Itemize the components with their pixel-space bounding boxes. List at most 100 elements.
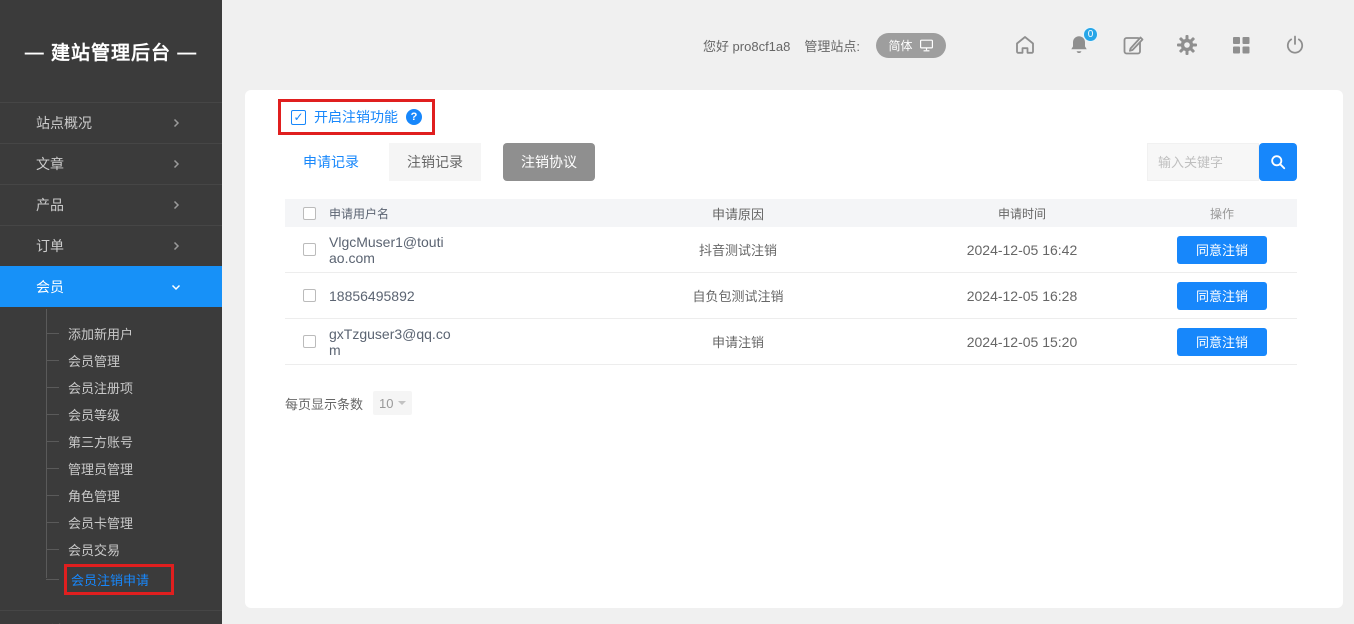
sidebar-item-label: 会员: [36, 277, 64, 297]
edit-icon: [1121, 33, 1145, 57]
tab-cancellation-records[interactable]: 注销记录: [389, 143, 481, 181]
row-checkbox[interactable]: [303, 289, 316, 302]
applications-table: 申请用户名 申请原因 申请时间 操作 VlgcMuser1@toutiao.co…: [285, 199, 1297, 365]
greeting-text: 您好 pro8cf1a8: [703, 36, 790, 55]
notifications-button[interactable]: 0: [1066, 32, 1092, 58]
chevron-down-icon: [170, 281, 182, 293]
agree-cancellation-button[interactable]: 同意注销: [1177, 282, 1267, 310]
page-size-label: 每页显示条数: [285, 394, 363, 413]
cell-username: gxTzguser3@qq.com: [329, 326, 451, 358]
submenu-item-register-fields[interactable]: 会员注册项: [0, 374, 222, 401]
col-header-time: 申请时间: [897, 205, 1147, 222]
table-row: 18856495892 自负包测试注销 2024-12-05 16:28 同意注…: [285, 273, 1297, 319]
home-button[interactable]: [1012, 32, 1038, 58]
col-header-action: 操作: [1147, 205, 1297, 222]
row-checkbox[interactable]: [303, 335, 316, 348]
cell-time: 2024-12-05 16:28: [897, 288, 1147, 304]
sidebar-item-products[interactable]: 产品: [0, 184, 222, 225]
search-input[interactable]: [1147, 143, 1259, 181]
page: — 建站管理后台 — 站点概况 文章 产品 订单 会员 添加新用户 会员管理 会…: [0, 0, 1354, 624]
submenu-item-add-user[interactable]: 添加新用户: [0, 320, 222, 347]
select-all-checkbox[interactable]: [303, 207, 316, 220]
app-title: — 建站管理后台 —: [0, 0, 222, 102]
highlight-red-frame: 会员注销申请: [64, 564, 174, 595]
cell-time: 2024-12-05 15:20: [897, 334, 1147, 350]
cell-reason: 申请注销: [579, 332, 897, 351]
submenu-item-member-card[interactable]: 会员卡管理: [0, 509, 222, 536]
sidebar-item-articles[interactable]: 文章: [0, 143, 222, 184]
sidebar-item-label: 产品: [36, 195, 64, 215]
apps-button[interactable]: [1228, 32, 1254, 58]
notification-badge: 0: [1083, 27, 1098, 42]
chevron-right-icon: [170, 240, 182, 252]
cell-username: 18856495892: [329, 288, 451, 304]
submenu-label: 管理员管理: [68, 459, 133, 478]
submenu-label: 添加新用户: [68, 324, 133, 343]
edit-button[interactable]: [1120, 32, 1146, 58]
sidebar: — 建站管理后台 — 站点概况 文章 产品 订单 会员 添加新用户 会员管理 会…: [0, 0, 222, 624]
sidebar-item-orders[interactable]: 订单: [0, 225, 222, 266]
submenu-item-member-trade[interactable]: 会员交易: [0, 536, 222, 563]
search-button[interactable]: [1259, 143, 1297, 181]
cell-username: VlgcMuser1@toutiao.com: [329, 234, 451, 266]
gear-icon: [1175, 33, 1199, 57]
submenu-label: 会员卡管理: [68, 513, 133, 532]
cancellation-toggle-group: ✓ 开启注销功能 ?: [278, 99, 435, 135]
tab-application-records[interactable]: 申请记录: [285, 143, 377, 181]
sidebar-item-members[interactable]: 会员: [0, 266, 222, 307]
site-language-badge[interactable]: 简体: [876, 33, 946, 58]
topbar: 您好 pro8cf1a8 管理站点: 简体 0: [222, 0, 1354, 90]
sidebar-item-distribution[interactable]: 分销: [0, 610, 222, 624]
agree-cancellation-button[interactable]: 同意注销: [1177, 328, 1267, 356]
submenu-label: 第三方账号: [68, 432, 133, 451]
submenu-item-member-cancellation[interactable]: 会员注销申请: [0, 563, 222, 595]
submenu-label: 会员注册项: [68, 378, 133, 397]
submenu-item-member-level[interactable]: 会员等级: [0, 401, 222, 428]
submenu-label: 会员管理: [68, 351, 120, 370]
power-icon: [1283, 33, 1307, 57]
cancellation-enabled-checkbox[interactable]: ✓: [291, 110, 306, 125]
home-icon: [1013, 33, 1037, 57]
table-row: gxTzguser3@qq.com 申请注销 2024-12-05 15:20 …: [285, 319, 1297, 365]
tabs: 申请记录 注销记录 注销协议: [285, 143, 595, 181]
chevron-right-icon: [170, 199, 182, 211]
submenu-label: 会员等级: [68, 405, 120, 424]
row-checkbox[interactable]: [303, 243, 316, 256]
chevron-right-icon: [170, 158, 182, 170]
main-area: 您好 pro8cf1a8 管理站点: 简体 0: [222, 0, 1354, 624]
search-icon: [1268, 152, 1288, 172]
sidebar-item-label: 文章: [36, 154, 64, 174]
search-bar: [1147, 143, 1297, 181]
table-row: VlgcMuser1@toutiao.com 抖音测试注销 2024-12-05…: [285, 227, 1297, 273]
tabs-row: 申请记录 注销记录 注销协议: [285, 143, 1297, 181]
cell-reason: 抖音测试注销: [579, 240, 897, 259]
table-header-row: 申请用户名 申请原因 申请时间 操作: [285, 199, 1297, 227]
page-size-select[interactable]: 10: [373, 391, 412, 415]
chevron-down-icon: [398, 401, 406, 405]
cell-time: 2024-12-05 16:42: [897, 242, 1147, 258]
cancellation-toggle-label: 开启注销功能: [314, 107, 398, 127]
help-question-icon[interactable]: ?: [406, 109, 422, 125]
submenu-item-member-manage[interactable]: 会员管理: [0, 347, 222, 374]
agree-cancellation-button[interactable]: 同意注销: [1177, 236, 1267, 264]
sidebar-item-label: 站点概况: [36, 113, 92, 133]
content-card: ✓ 开启注销功能 ? 申请记录 注销记录 注销协议: [245, 90, 1343, 608]
submenu-label: 会员注销申请: [71, 573, 149, 588]
submenu-item-role-manage[interactable]: 角色管理: [0, 482, 222, 509]
submenu-label: 会员交易: [68, 540, 120, 559]
tab-cancellation-agreement[interactable]: 注销协议: [503, 143, 595, 181]
col-header-username: 申请用户名: [329, 205, 579, 222]
pagination: 每页显示条数 10: [285, 391, 1297, 415]
sidebar-item-label: 订单: [36, 236, 64, 256]
submenu-item-admin-manage[interactable]: 管理员管理: [0, 455, 222, 482]
cell-reason: 自负包测试注销: [579, 286, 897, 305]
sidebar-item-site-overview[interactable]: 站点概况: [0, 102, 222, 143]
apps-grid-icon: [1229, 33, 1253, 57]
chevron-right-icon: [170, 117, 182, 129]
submenu-item-thirdparty-account[interactable]: 第三方账号: [0, 428, 222, 455]
settings-button[interactable]: [1174, 32, 1200, 58]
logout-button[interactable]: [1282, 32, 1308, 58]
page-size-value: 10: [379, 396, 393, 411]
managed-site-label: 管理站点:: [804, 36, 860, 55]
submenu-label: 角色管理: [68, 486, 120, 505]
